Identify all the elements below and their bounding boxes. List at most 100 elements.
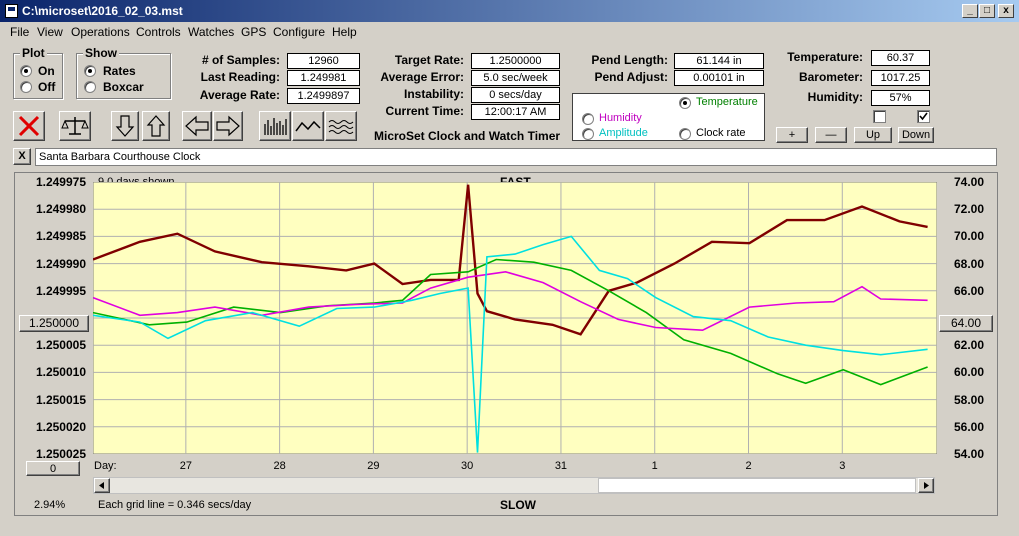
- window-title: C:\microset\2016_02_03.mst: [22, 4, 183, 18]
- target-rate-field: 1.2500000: [471, 53, 560, 69]
- left-arrow-button[interactable]: [182, 111, 212, 141]
- line-graph-button[interactable]: [292, 111, 324, 141]
- menu-help[interactable]: Help: [332, 25, 357, 39]
- y-left-tick-label: 1.250005: [35, 338, 86, 353]
- instability-label: Instability:: [403, 87, 464, 101]
- scale-icon: [61, 117, 89, 135]
- x-tick-label: 29: [367, 460, 380, 472]
- menu-gps[interactable]: GPS: [241, 25, 266, 39]
- clock-rate-option-label: Clock rate: [696, 127, 746, 139]
- scroll-right-button[interactable]: [918, 478, 934, 493]
- triangle-left-icon: [99, 482, 104, 489]
- down-arrow-button[interactable]: [111, 111, 139, 141]
- stop-button[interactable]: [13, 111, 45, 141]
- menu-view[interactable]: View: [37, 25, 63, 39]
- humidity-radio[interactable]: [582, 113, 594, 125]
- up-arrow-button[interactable]: [142, 111, 170, 141]
- last-reading-field: 1.249981: [287, 70, 360, 86]
- clock-rate-radio[interactable]: [679, 128, 691, 140]
- checkbox-right[interactable]: [917, 110, 930, 123]
- clock-name-input[interactable]: Santa Barbara Courthouse Clock: [35, 148, 997, 166]
- down-button[interactable]: Down: [898, 127, 934, 143]
- bottom-value-button[interactable]: 0: [26, 461, 80, 476]
- y-left-tick-label: 1.250010: [35, 365, 86, 380]
- slow-label: SLOW: [500, 498, 536, 512]
- barometer-field: 1017.25: [871, 70, 930, 86]
- x-tick-label: 28: [273, 460, 286, 472]
- pend-adjust-label: Pend Adjust:: [594, 70, 668, 84]
- y-right-tick-label: 66.00: [953, 283, 984, 298]
- arrow-left-icon: [185, 115, 209, 137]
- maximize-button[interactable]: □: [979, 4, 995, 18]
- x-tick-label: 1: [651, 460, 658, 472]
- menu-watches[interactable]: Watches: [188, 25, 234, 39]
- amplitude-radio[interactable]: [582, 128, 594, 140]
- menu-file[interactable]: File: [10, 25, 29, 39]
- menu-controls[interactable]: Controls: [136, 25, 181, 39]
- wave-icon: [295, 120, 321, 132]
- up-button[interactable]: Up: [854, 127, 892, 143]
- show-rates-label: Rates: [103, 64, 136, 78]
- balance-button[interactable]: [59, 111, 91, 141]
- plus-button[interactable]: +: [776, 127, 808, 143]
- noise-graph-button[interactable]: [325, 111, 357, 141]
- humidity-field: 57%: [871, 90, 930, 106]
- percent-label: 2.94%: [34, 499, 66, 511]
- bar-graph-button[interactable]: [259, 111, 291, 141]
- title-bar: C:\microset\2016_02_03.mst _ □ x: [0, 0, 1019, 22]
- horizontal-scrollbar[interactable]: [93, 477, 935, 494]
- y-left-tick-label: 1.249995: [35, 283, 86, 298]
- y-left-tick-label: 1.249975: [35, 175, 86, 189]
- barometer-label: Barometer:: [798, 70, 863, 84]
- minus-button[interactable]: —: [815, 127, 847, 143]
- temperature-option-label: Temperature: [696, 96, 758, 108]
- current-time-field: 12:00:17 AM: [471, 104, 560, 120]
- show-rates-radio[interactable]: [84, 65, 96, 77]
- x-icon: [18, 115, 40, 137]
- pend-adjust-field: 0.00101 in: [674, 70, 764, 86]
- target-rate-label: Target Rate:: [394, 53, 464, 67]
- checkbox-left[interactable]: [873, 110, 886, 123]
- y-left-tick-label: 1.249990: [35, 256, 86, 271]
- x-tick-label: 3: [839, 460, 846, 472]
- app-icon: [5, 4, 18, 18]
- x-tick-label: 31: [554, 460, 568, 472]
- amplitude-option-label: Amplitude: [599, 127, 648, 139]
- average-error-label: Average Error:: [380, 70, 464, 84]
- humidity-option-label: Humidity: [599, 112, 642, 124]
- plot-off-radio[interactable]: [20, 81, 32, 93]
- chart-canvas: [93, 182, 937, 454]
- current-time-label: Current Time:: [385, 104, 464, 118]
- scroll-thumb[interactable]: [598, 478, 916, 493]
- clear-clock-button[interactable]: X: [13, 148, 31, 165]
- menu-bar: File View Operations Controls Watches GP…: [0, 22, 1019, 42]
- close-button[interactable]: x: [998, 4, 1014, 18]
- plot-group-title: Plot: [20, 46, 47, 60]
- y-right-tick-label: 72.00: [953, 202, 984, 217]
- y-left-tick-label: 1.249985: [35, 229, 86, 244]
- humidity-label: Humidity:: [807, 90, 863, 104]
- show-boxcar-label: Boxcar: [103, 80, 144, 94]
- right-arrow-button[interactable]: [213, 111, 243, 141]
- y-left-tick-label: 1.250025: [35, 447, 86, 461]
- minimize-button[interactable]: _: [962, 4, 978, 18]
- last-reading-label: Last Reading:: [200, 70, 280, 84]
- average-rate-label: Average Rate:: [199, 88, 280, 102]
- menu-operations[interactable]: Operations: [71, 25, 130, 39]
- x-tick-label: 27: [179, 460, 192, 472]
- arrow-down-icon: [115, 115, 135, 137]
- left-value-button[interactable]: 1.250000: [19, 315, 89, 332]
- sensor-select-box: Temperature Humidity Amplitude Clock rat…: [572, 93, 765, 141]
- plot-on-radio[interactable]: [20, 65, 32, 77]
- average-rate-field: 1.2499897: [287, 88, 360, 104]
- triangle-right-icon: [924, 482, 929, 489]
- temperature-label: Temperature:: [787, 50, 863, 64]
- temperature-radio[interactable]: [679, 97, 691, 109]
- y-right-tick-label: 56.00: [953, 419, 984, 434]
- right-value-button[interactable]: 64.00: [939, 315, 993, 332]
- menu-configure[interactable]: Configure: [273, 25, 325, 39]
- show-boxcar-radio[interactable]: [84, 81, 96, 93]
- scroll-left-button[interactable]: [94, 478, 110, 493]
- y-left-tick-label: 1.250020: [35, 419, 86, 434]
- app-name-label: MicroSet Clock and Watch Timer: [374, 129, 561, 143]
